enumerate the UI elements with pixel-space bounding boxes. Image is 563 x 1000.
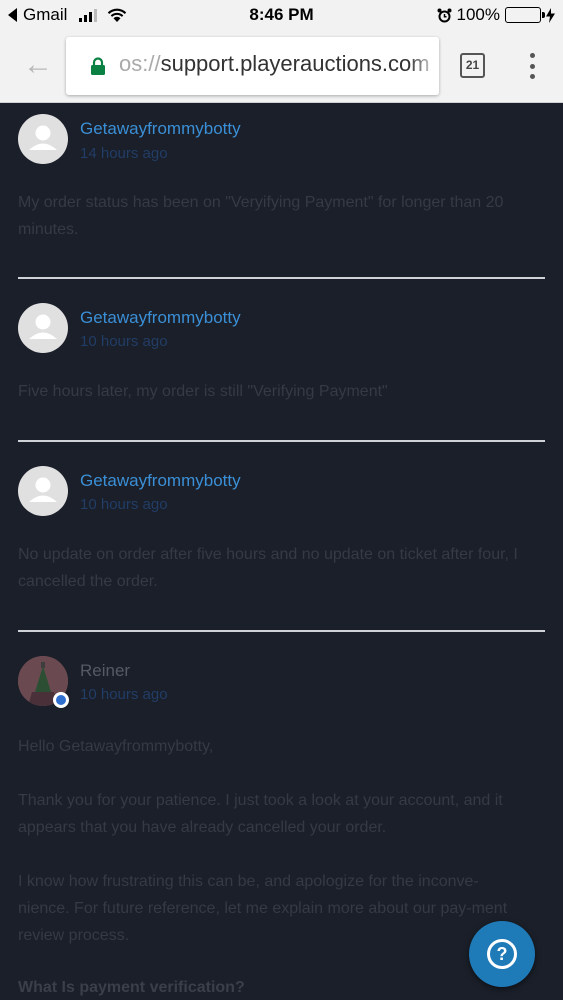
url-text: os://support.playerauctions.com [119,51,430,77]
verified-staff-badge-icon [53,692,69,708]
alarm-icon [437,8,452,22]
comment-body: No update on order after five hours and … [18,546,518,590]
divider [18,440,545,442]
url-host: support.playerauctions.com [160,51,430,76]
url-scheme: os:// [119,51,161,76]
avatar [18,114,68,164]
divider [18,277,545,279]
default-user-icon [29,125,57,150]
comment-author[interactable]: Getawayfrommybotty [80,119,241,139]
address-bar[interactable]: os://support.playerauctions.com [66,37,439,95]
battery-icon [505,7,545,23]
tab-switcher-button[interactable]: 21 [460,53,485,78]
avatar [18,303,68,353]
overflow-menu-icon[interactable] [525,50,539,82]
ticket-thread: Getawayfrommybotty 14 hours ago My order… [0,103,563,1000]
reply-greeting: Hello Getawayfrommybotty, [18,738,214,755]
browser-toolbar: ← os://support.playerauctions.com 21 [0,30,563,103]
battery-percent: 100% [456,5,500,24]
charging-icon [546,7,555,23]
comment-author[interactable]: Reiner [80,661,130,681]
default-user-icon [29,314,57,339]
question-mark-icon: ? [487,939,517,969]
comment-body: My order status has been on "Veryifying … [18,194,504,238]
comment-author[interactable]: Getawayfrommybotty [80,308,241,328]
reply-paragraph: Thank you for your patience. I just took… [18,792,503,836]
comment-timestamp: 10 hours ago [80,496,168,513]
comment-timestamp: 10 hours ago [80,333,168,350]
help-button[interactable]: ? [469,921,535,987]
comment-timestamp: 10 hours ago [80,686,168,703]
comment-timestamp: 14 hours ago [80,145,168,162]
browser-back-button[interactable]: ← [22,50,54,82]
lock-icon [91,57,105,75]
comment-body: Five hours later, my order is still "Ver… [18,383,388,400]
comment-author[interactable]: Getawayfrommybotty [80,471,241,491]
reply-paragraph: I know how frustrating this can be, and … [18,873,508,944]
avatar [18,466,68,516]
default-user-icon [29,477,57,502]
divider [18,630,545,632]
status-bar: Gmail 8:46 PM 100% [0,0,563,30]
reply-heading: What Is payment verification? [18,979,245,996]
